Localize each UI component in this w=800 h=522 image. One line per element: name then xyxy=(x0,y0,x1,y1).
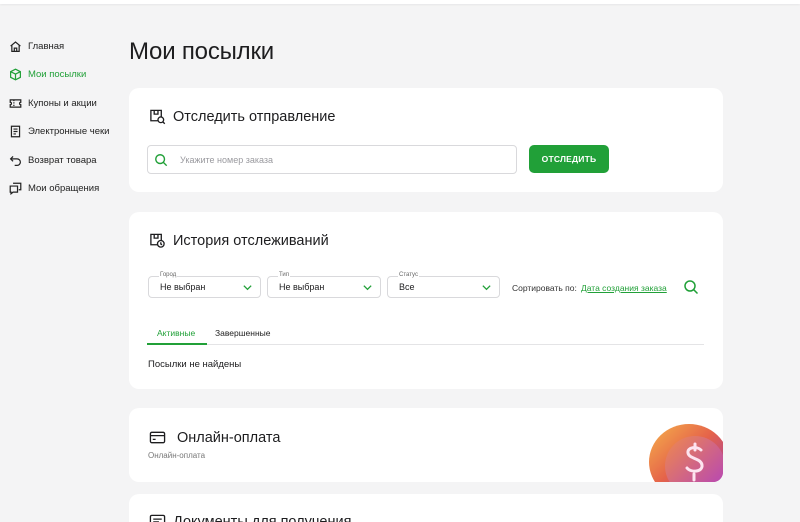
type-filter-label: Тип xyxy=(278,272,291,279)
payment-card-title: Онлайн-оплата xyxy=(149,429,280,446)
sidebar-item-parcels[interactable]: Мои посылки xyxy=(8,61,86,90)
payment-card[interactable]: Онлайн-оплата Онлайн-оплата xyxy=(129,408,723,482)
documents-card-title-text: Документы для получения xyxy=(173,513,352,522)
tab-active[interactable]: Активные xyxy=(157,328,195,338)
sidebar-item-returns[interactable]: Возврат товара xyxy=(8,146,97,175)
top-bar xyxy=(0,0,800,4)
order-number-input[interactable] xyxy=(180,154,500,165)
sidebar-item-label: Мои посылки xyxy=(28,69,87,81)
status-filter-label: Статус xyxy=(398,272,419,279)
chat-icon xyxy=(8,182,22,196)
track-card-title-text: Отследить отправление xyxy=(173,108,336,125)
city-filter-label: Город xyxy=(159,272,178,279)
chevron-down-icon xyxy=(242,282,253,293)
status-filter-value: Все xyxy=(399,282,415,292)
history-card: История отслеживаний Город Не выбран Тип… xyxy=(129,212,723,389)
parcel-history-icon xyxy=(149,232,166,249)
documents-card-title: Документы для получения xyxy=(149,513,351,522)
sidebar-item-home[interactable]: Главная xyxy=(8,32,64,61)
order-search-field[interactable] xyxy=(147,145,517,174)
sidebar-item-label: Электронные чеки xyxy=(28,126,110,138)
history-card-title: История отслеживаний xyxy=(149,232,329,249)
coin-illustration xyxy=(649,424,723,482)
home-icon xyxy=(8,39,22,53)
receipt-icon xyxy=(8,125,22,139)
city-filter-value: Не выбран xyxy=(160,282,206,292)
documents-card[interactable]: Документы для получения xyxy=(129,494,723,522)
status-filter[interactable]: Статус Все xyxy=(387,272,500,298)
credit-card-icon xyxy=(149,429,166,446)
payment-card-title-text: Онлайн-оплата xyxy=(177,429,281,446)
sidebar-item-receipts[interactable]: Электронные чеки xyxy=(8,118,109,147)
type-filter[interactable]: Тип Не выбран xyxy=(267,272,381,298)
city-filter[interactable]: Город Не выбран xyxy=(148,272,261,298)
tab-completed[interactable]: Завершенные xyxy=(215,328,271,338)
sort-by-link[interactable]: Дата создания заказа xyxy=(581,283,667,293)
page-title: Мои посылки xyxy=(129,38,274,65)
chevron-down-icon xyxy=(481,282,492,293)
sort-label: Сортировать по: xyxy=(512,283,577,293)
empty-state-message: Посылки не найдены xyxy=(148,359,242,370)
sidebar-item-requests[interactable]: Мои обращения xyxy=(8,175,99,204)
active-tab-indicator xyxy=(147,343,207,345)
track-card: Отследить отправление ОТСЛЕДИТЬ xyxy=(129,88,723,192)
sidebar-item-label: Главная xyxy=(28,40,65,52)
sidebar-item-coupons[interactable]: Купоны и акции xyxy=(8,89,97,118)
chevron-down-icon xyxy=(362,282,373,293)
parcel-search-icon xyxy=(149,108,166,125)
search-icon xyxy=(154,153,168,167)
sidebar-item-label: Мои обращения xyxy=(28,183,100,195)
sidebar-item-label: Купоны и акции xyxy=(28,97,97,109)
sidebar-item-label: Возврат товара xyxy=(28,154,97,166)
payment-card-subtitle: Онлайн-оплата xyxy=(148,451,206,460)
coupon-icon xyxy=(8,96,22,110)
type-filter-value: Не выбран xyxy=(279,282,325,292)
return-icon xyxy=(8,153,22,167)
track-button[interactable]: ОТСЛЕДИТЬ xyxy=(529,145,609,173)
history-card-title-text: История отслеживаний xyxy=(173,232,329,249)
search-icon[interactable] xyxy=(683,279,699,295)
document-icon xyxy=(149,513,166,522)
box-icon xyxy=(8,68,22,82)
track-card-title: Отследить отправление xyxy=(149,108,335,125)
history-tabs: Активные Завершенные xyxy=(147,322,704,345)
